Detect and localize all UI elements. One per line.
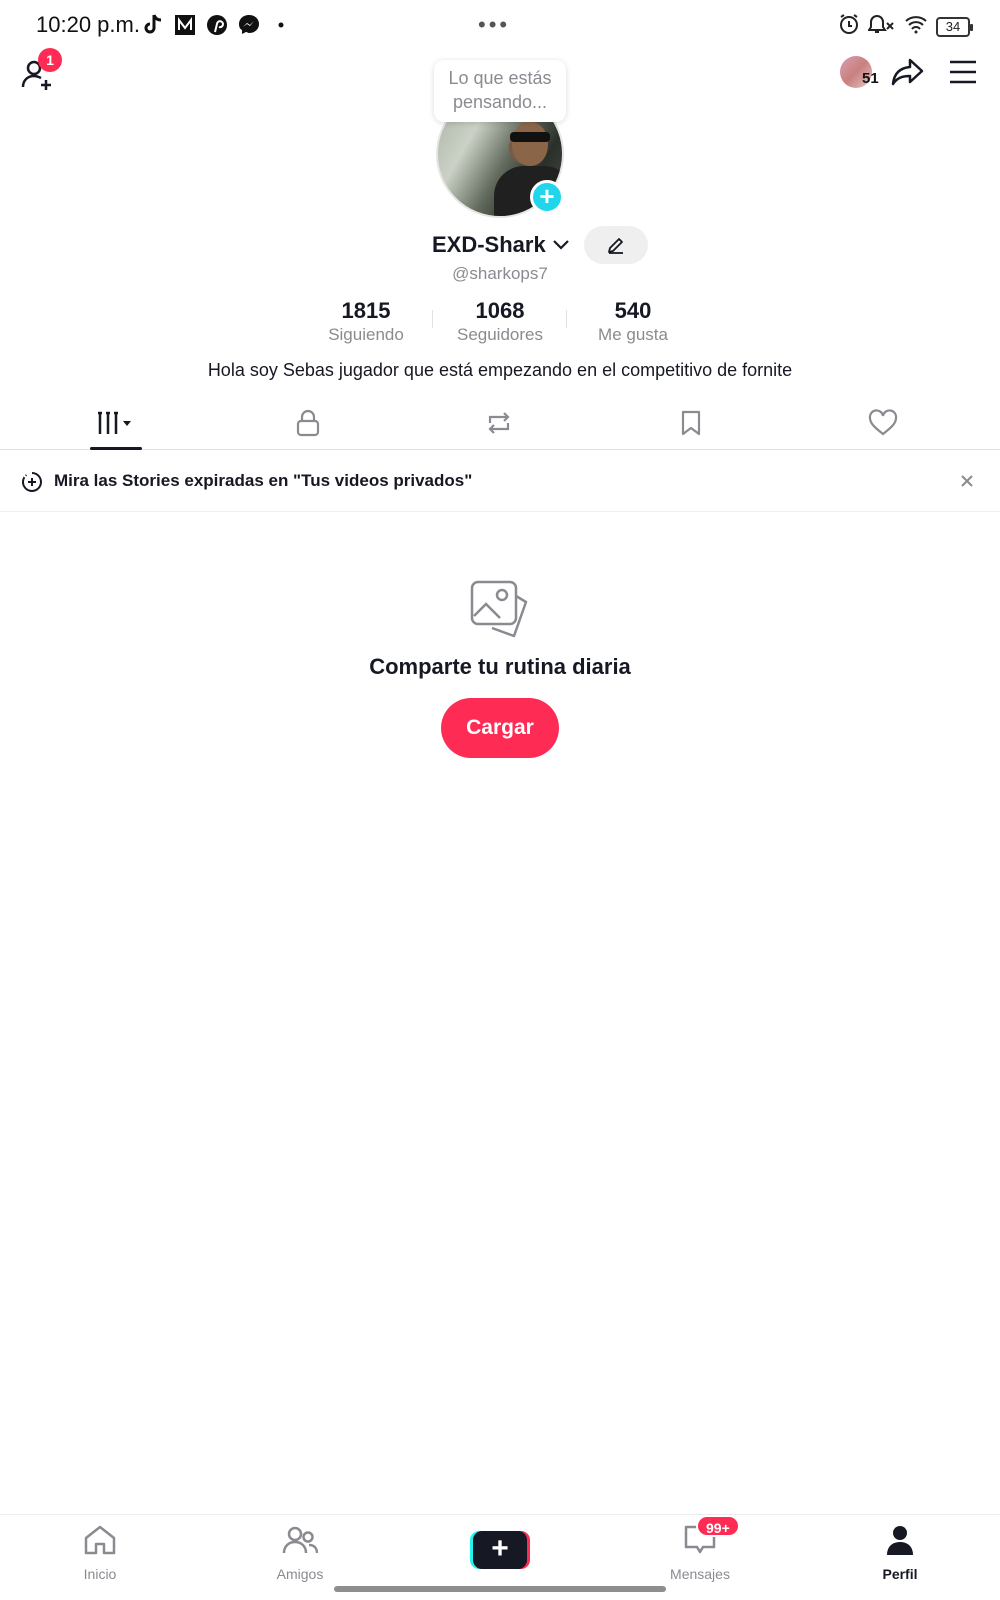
profile-stats: 1815 Siguiendo 1068 Seguidores 540 Me gu… [0,298,1000,346]
tab-liked[interactable] [843,396,923,450]
profile-icon [887,1526,913,1555]
menu-button[interactable] [948,58,978,86]
stat-followers[interactable]: 1068 Seguidores [435,298,565,346]
avatar-glasses [510,132,550,142]
nav-label: Amigos [276,1566,324,1582]
medium-icon [174,14,196,36]
nav-home[interactable]: Inicio [50,1523,150,1583]
friends-icon [282,1526,319,1554]
thought-bubble[interactable]: Lo que estás pensando... [434,60,566,122]
bell-muted-icon [867,13,896,40]
create-button[interactable]: + [470,1531,530,1569]
nav-profile[interactable]: Perfil [850,1523,950,1583]
add-story-plus-icon[interactable]: + [530,180,564,214]
tab-favorites[interactable] [651,396,731,450]
avatar-face [512,122,548,166]
status-system-icons: 34 [838,13,973,40]
home-icon [84,1525,116,1555]
bookmark-icon [681,410,701,436]
stat-label: Me gusta [598,325,668,344]
stat-value: 540 [614,298,652,323]
stat-value: 1815 [341,298,391,323]
tiktok-icon [142,14,164,36]
username: @sharkops7 [452,264,548,283]
heart-icon [868,409,898,436]
empty-state-title: Comparte tu rutina diaria [369,654,631,679]
tab-private[interactable] [268,396,348,450]
share-icon [891,58,924,86]
share-button[interactable] [890,54,926,90]
pencil-icon [608,238,623,254]
notification-badge: 1 [38,48,62,72]
nav-label: Inicio [83,1566,117,1582]
pinterest-icon [206,14,228,36]
name-row: EXD-Shark [0,228,1000,264]
tab-reposts[interactable] [459,396,539,450]
photo-stack-icon [470,580,528,638]
stat-divider [432,310,433,328]
stat-label: Siguiendo [328,325,404,344]
stat-following[interactable]: 1815 Siguiendo [301,298,431,346]
close-icon[interactable] [956,470,978,492]
hamburger-icon [950,60,976,84]
status-app-icons [142,14,292,36]
status-time: 10:20 p.m. [36,12,140,37]
profile-tabs [0,396,1000,450]
wifi-icon [904,14,928,39]
banner-text: Mira las Stories expiradas en "Tus video… [54,471,473,490]
home-indicator[interactable] [334,1586,666,1592]
messenger-icon [238,14,260,36]
more-dots-icon: ••• [478,12,511,37]
nav-friends[interactable]: Amigos [250,1523,350,1583]
stat-divider [566,310,567,328]
repost-icon [488,412,510,434]
edit-profile-button[interactable] [584,226,648,264]
videos-grid-icon [98,411,131,434]
stat-likes[interactable]: 540 Me gusta [568,298,698,346]
stat-label: Seguidores [456,325,543,344]
chevron-down-icon[interactable] [552,236,570,254]
display-name[interactable]: EXD-Shark [432,232,546,258]
alarm-icon [838,13,860,40]
tab-videos[interactable] [76,396,156,450]
bio: Hola soy Sebas jugador que está empezand… [207,360,793,380]
add-circle-icon [22,472,42,492]
lock-icon [296,409,320,437]
battery-icon: 34 [936,16,973,37]
messages-badge: 99+ [696,1515,740,1537]
nav-label: Mensajes [670,1566,730,1582]
active-tab-indicator [90,447,142,450]
stat-value: 1068 [475,298,525,323]
nav-label: Perfil [882,1566,918,1582]
dot-icon [270,14,292,36]
plus-icon: + [473,1531,527,1569]
stories-count: 51 [862,70,879,87]
upload-button[interactable]: Cargar [441,698,559,758]
status-bar: 10:20 p.m. ••• 34 [0,0,1000,52]
stories-banner[interactable]: Mira las Stories expiradas en "Tus video… [0,452,1000,512]
